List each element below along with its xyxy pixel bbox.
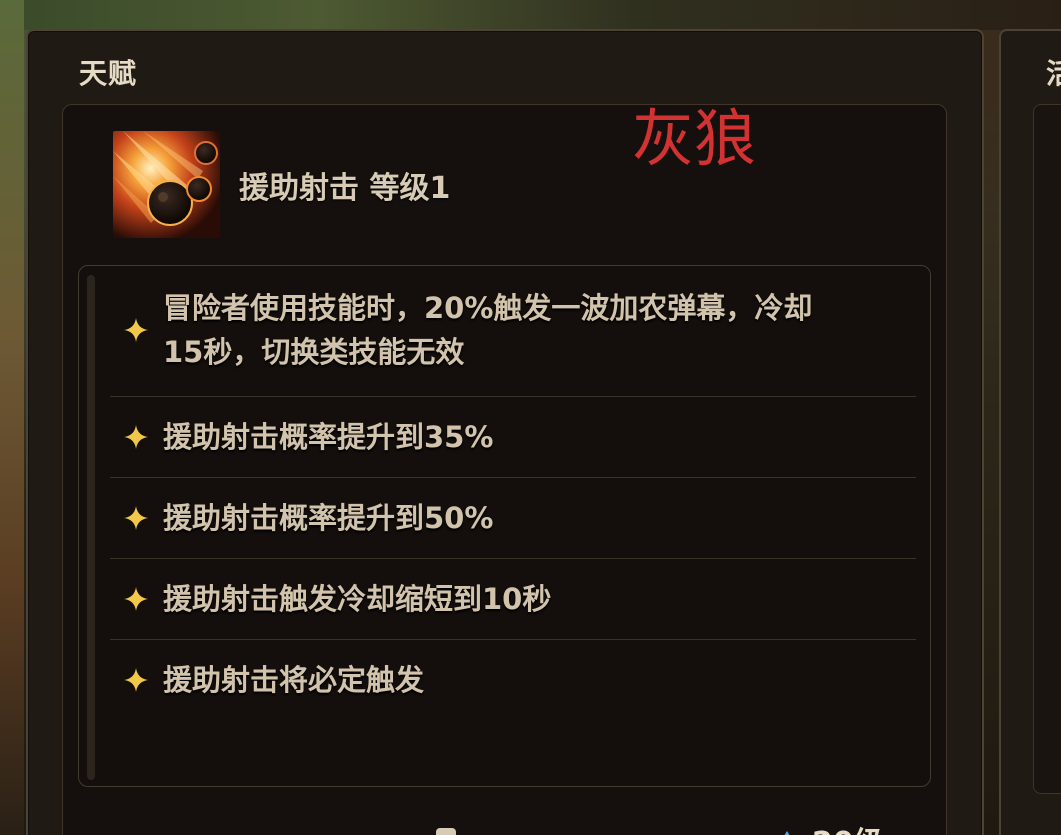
divider (110, 396, 916, 397)
divider (110, 558, 916, 559)
level-indicator: 20级 (776, 818, 884, 835)
star-bullet-icon (124, 318, 148, 342)
list-item: 援助射击将必定触发 (110, 658, 916, 702)
right-panel-content (1033, 104, 1061, 794)
background-left-strip (0, 0, 24, 835)
list-item: 援助射击概率提升到50% (110, 496, 916, 540)
star-bullet-icon (124, 587, 148, 611)
bottom-marker (436, 828, 456, 835)
star-bullet-icon (124, 506, 148, 530)
game-scene: 活 天赋 援助射击 等级1 灰狼 冒险者使用技能时，20%触发一波加农弹幕，冷却… (0, 0, 1061, 835)
divider (110, 477, 916, 478)
effect-text: 援助射击触发冷却缩短到10秒 (163, 582, 552, 616)
divider (110, 639, 916, 640)
list-item: 冒险者使用技能时，20%触发一波加农弹幕，冷却 15秒，切换类技能无效 (110, 286, 916, 374)
list-item: 援助射击概率提升到35% (110, 415, 916, 459)
scrollbar[interactable] (87, 275, 95, 780)
star-bullet-icon (124, 425, 148, 449)
effect-text: 援助射击概率提升到50% (163, 501, 494, 535)
effect-text: 冒险者使用技能时，20%触发一波加农弹幕，冷却 15秒，切换类技能无效 (163, 291, 813, 369)
watermark-text: 灰狼 (632, 102, 757, 175)
fire-meteor-skill-icon[interactable] (113, 131, 220, 238)
skill-name: 援助射击 等级1 (239, 171, 451, 206)
level-up-arrow-icon (776, 831, 798, 835)
level-text: 20级 (812, 818, 884, 835)
panel-title: 天赋 (79, 57, 138, 90)
list-item: 援助射击触发冷却缩短到10秒 (110, 577, 916, 621)
right-panel-title: 活 (1046, 57, 1061, 90)
effect-text: 援助射击将必定触发 (163, 663, 425, 697)
effect-text: 援助射击概率提升到35% (163, 420, 494, 454)
background-top (0, 0, 1061, 30)
star-bullet-icon (124, 668, 148, 692)
